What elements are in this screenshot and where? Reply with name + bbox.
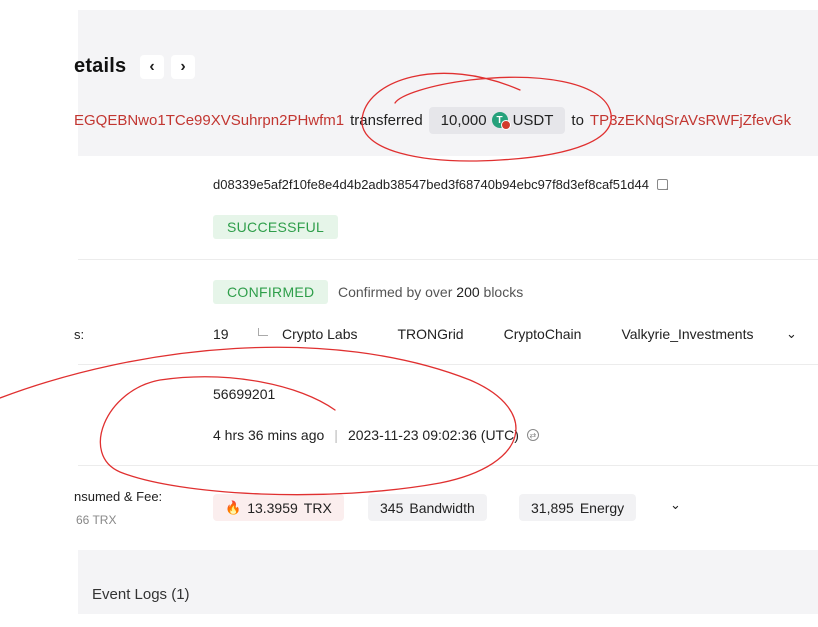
sr-link[interactable]: TRONGrid bbox=[397, 326, 463, 342]
blocks-count: 200 bbox=[456, 284, 480, 300]
tab-event-logs[interactable]: Event Logs (1) bbox=[92, 586, 190, 603]
transfer-summary: EGQEBNwo1TCe99XVSuhrpn2PHwfm1 transferre… bbox=[74, 104, 818, 136]
fire-icon: 🔥 bbox=[225, 499, 242, 515]
trx-value: 13.3959 bbox=[247, 499, 298, 516]
sr-link[interactable]: Valkyrie_Investments bbox=[621, 326, 753, 342]
time-separator: | bbox=[334, 427, 338, 443]
sr-link[interactable]: Crypto Labs bbox=[282, 326, 357, 342]
result-status-badge: SUCCESSFUL bbox=[213, 215, 339, 239]
next-transaction-button[interactable]: › bbox=[171, 55, 195, 79]
chevron-right-icon: › bbox=[180, 58, 186, 75]
divider bbox=[78, 364, 818, 365]
confirmation-text: Confirmed by over 200 blocks bbox=[338, 284, 524, 300]
left-margin bbox=[0, 0, 78, 627]
timezone-switch-icon[interactable]: ⇄ bbox=[526, 429, 539, 441]
copy-icon[interactable] bbox=[656, 179, 668, 190]
trx-fee-chip: 🔥 13.3959 TRX bbox=[213, 494, 344, 521]
tree-branch-icon bbox=[258, 328, 268, 336]
chevron-down-icon[interactable]: ⌄ bbox=[670, 497, 681, 513]
from-address-link[interactable]: EGQEBNwo1TCe99XVSuhrpn2PHwfm1 bbox=[74, 112, 344, 129]
divider bbox=[78, 465, 818, 466]
to-word: to bbox=[571, 111, 584, 129]
super-representatives-row: 19 Crypto Labs TRONGrid CryptoChain Valk… bbox=[213, 326, 793, 342]
bandwidth-unit: Bandwidth bbox=[409, 499, 475, 516]
resources-sublabel: 66 TRX bbox=[76, 513, 117, 527]
page-title: etails bbox=[74, 55, 127, 77]
usdt-token-icon[interactable]: T bbox=[491, 112, 511, 130]
divider bbox=[78, 259, 818, 260]
timestamp-row: 4 hrs 36 mins ago | 2023-11-23 09:02:36 … bbox=[213, 427, 539, 443]
absolute-time: 2023-11-23 09:02:36 (UTC) bbox=[347, 427, 519, 443]
chevron-left-icon: ‹ bbox=[149, 58, 155, 75]
resources-label: nsumed & Fee: bbox=[74, 489, 163, 504]
amount-chip: 10,000 T USDT bbox=[428, 106, 566, 134]
event-logs-tab-bar bbox=[78, 550, 818, 614]
block-number-link[interactable]: 56699201 bbox=[213, 386, 275, 402]
super-representatives-label: s: bbox=[74, 327, 85, 342]
previous-transaction-button[interactable]: ‹ bbox=[140, 55, 164, 79]
token-symbol-link[interactable]: USDT bbox=[513, 112, 554, 129]
sr-count: 19 bbox=[213, 326, 229, 342]
transfer-verb: transferred bbox=[350, 111, 423, 129]
amount-value: 10,000 bbox=[440, 111, 487, 129]
sr-link[interactable]: CryptoChain bbox=[504, 326, 582, 342]
confirmation-status-badge: CONFIRMED bbox=[213, 280, 329, 304]
hash-value: d08339e5af2f10fe8e4d4b2adb38547bed3f6874… bbox=[213, 177, 649, 192]
energy-value: 31,895 bbox=[531, 499, 574, 516]
bandwidth-value: 345 bbox=[380, 499, 404, 516]
bandwidth-chip: 345 Bandwidth bbox=[368, 494, 487, 521]
transaction-hash: d08339e5af2f10fe8e4d4b2adb38547bed3f6874… bbox=[213, 177, 668, 192]
trx-unit: TRX bbox=[303, 499, 332, 516]
chevron-down-icon[interactable]: ⌄ bbox=[786, 326, 797, 342]
energy-unit: Energy bbox=[579, 499, 625, 516]
to-address-link[interactable]: TP3zEKNqSrAVsRWFjZfevGk bbox=[590, 112, 791, 129]
energy-chip: 31,895 Energy bbox=[519, 494, 637, 521]
relative-time: 4 hrs 36 mins ago bbox=[213, 427, 325, 443]
